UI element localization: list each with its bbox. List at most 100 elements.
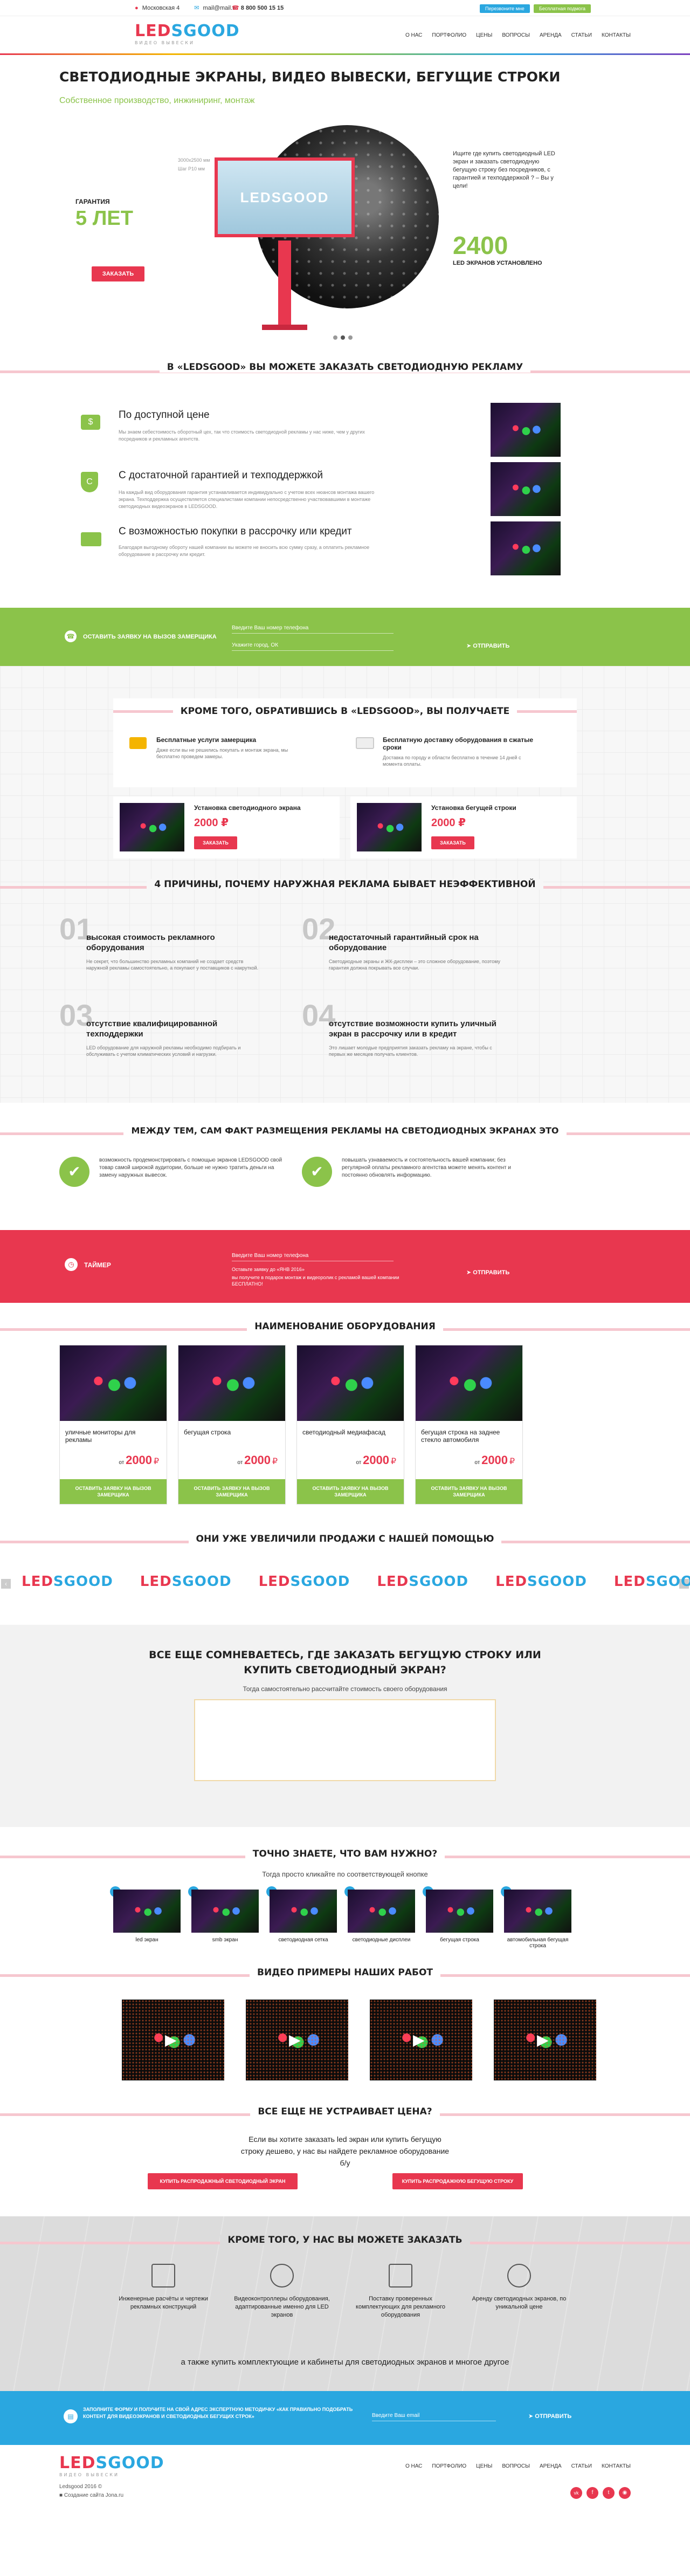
guide-submit-button[interactable]: ➤ ОТПРАВИТЬ [528, 2413, 571, 2420]
footer-nav-portfolio[interactable]: ПОРТФОЛИО [432, 2463, 466, 2469]
reason-text: Не секрет, что большинство рекламных ком… [86, 959, 259, 971]
nav-contacts[interactable]: КОНТАКТЫ [602, 32, 631, 38]
buy-sale-screen-button[interactable]: КУПИТЬ РАСПРОДАЖНЫЙ СВЕТОДИОДНЫЙ ЭКРАН [148, 2173, 298, 2189]
clients-title: ОНИ УЖЕ УВЕЛИЧИЛИ ПРОДАЖИ С НАШЕЙ ПОМОЩЬ… [188, 1534, 502, 1544]
order-item-title: По доступной цене [119, 409, 210, 421]
know-item[interactable]: ■led экран [110, 1886, 181, 1949]
client-logo[interactable]: LEDSGOOD [22, 1574, 113, 1590]
timer-label: ТАЙМЕР [84, 1261, 111, 1269]
play-icon: ▶ [537, 2031, 549, 2048]
measure-icon [129, 737, 147, 749]
reason-item: 04 отсутствие возможности купить уличный… [302, 1000, 534, 1057]
footer-logo[interactable]: LEDSGOOD ВИДЕО ВЫВЕСКИ [59, 2454, 164, 2477]
callback-button[interactable]: Перезвоните мне [480, 4, 530, 13]
know-item[interactable]: ■светодиодная сетка [266, 1886, 337, 1949]
client-logo[interactable]: LEDSGOOD [495, 1574, 587, 1590]
logo[interactable]: LEDSGOOD ВИДЕО ВЫВЕСКИ [135, 22, 240, 45]
client-logo[interactable]: LEDSGOOD [377, 1574, 468, 1590]
client-logo[interactable]: LEDSGOOD [259, 1574, 350, 1590]
nav-portfolio[interactable]: ПОРТФОЛИО [432, 32, 466, 38]
reason-text: Это лишает молодые предприятия заказать … [329, 1045, 492, 1057]
footer-nav-articles[interactable]: СТАТЬИ [571, 2463, 592, 2469]
timer-submit-button[interactable]: ➤ ОТПРАВИТЬ [466, 1269, 509, 1276]
price-value: 2000 [363, 1453, 390, 1467]
nav-questions[interactable]: ВОПРОСЫ [502, 32, 530, 38]
nav-about[interactable]: О НАС [405, 32, 422, 38]
video-thumbnail[interactable]: ▶ [370, 2000, 472, 2080]
know-item[interactable]: ■smb экран [188, 1886, 259, 1949]
bonus-item-title: Бесплатные услуги замерщика [156, 736, 257, 744]
video-thumbnail[interactable]: ▶ [122, 2000, 224, 2080]
twitter-icon[interactable]: t [603, 2487, 615, 2499]
know-item[interactable]: ■автомобильная бегущая строка [501, 1886, 571, 1949]
phone-number[interactable]: 8 800 500 15 15 [241, 5, 284, 11]
product-price: 2000 ₽ [194, 816, 229, 829]
footer-nav-prices[interactable]: ЦЕНЫ [476, 2463, 492, 2469]
nav-prices[interactable]: ЦЕНЫ [476, 32, 492, 38]
callback-city-input[interactable]: Укажите город, ОК [232, 640, 394, 651]
video-thumbnail[interactable]: ▶ [494, 2000, 596, 2080]
reason-item: 01 высокая стоимость рекламного оборудов… [59, 914, 291, 971]
order-item-image [491, 403, 561, 457]
know-item[interactable]: ■светодиодные дисплеи [344, 1886, 415, 1949]
callback-label: ОСТАВИТЬ ЗАЯВКУ НА ВЫЗОВ ЗАМЕРЩИКА [83, 634, 217, 640]
facebook-icon[interactable]: f [586, 2487, 598, 2499]
footer-nav-rent[interactable]: АРЕНДА [540, 2463, 562, 2469]
slider-dot[interactable] [341, 335, 345, 340]
footer-nav-contacts[interactable]: КОНТАКТЫ [602, 2463, 631, 2469]
hero-order-button[interactable]: ЗАКАЗАТЬ [92, 266, 144, 281]
buy-sale-line-button[interactable]: КУПИТЬ РАСПРОДАЖНУЮ БЕГУЩУЮ СТРОКУ [392, 2173, 523, 2189]
video-thumbnail[interactable]: ▶ [246, 2000, 348, 2080]
slider-dot[interactable] [333, 335, 337, 340]
equipment-image [297, 1345, 404, 1421]
product-order-button[interactable]: ЗАКАЗАТЬ [431, 836, 474, 849]
equipment-price: от 2000 ₽ [178, 1453, 285, 1467]
header: LEDSGOOD ВИДЕО ВЫВЕСКИ О НАС ПОРТФОЛИО Ц… [0, 16, 690, 55]
reasons-section: 01 высокая стоимость рекламного оборудов… [0, 903, 690, 1103]
hero-right-text: Ищите где купить светодиодный LED экран … [453, 150, 555, 189]
bonus-item-text: Доставка по городу и области бесплатно в… [383, 755, 521, 767]
nav-articles[interactable]: СТАТЬИ [571, 32, 592, 38]
client-logo[interactable]: LEDSGOOD [140, 1574, 232, 1590]
client-logo[interactable]: LEDSGOOD [614, 1574, 690, 1590]
consult-button[interactable]: Бесплатная подмога [534, 4, 591, 13]
main-nav: О НАС ПОРТФОЛИО ЦЕНЫ ВОПРОСЫ АРЕНДА СТАТ… [405, 32, 631, 38]
carousel-prev-arrow[interactable]: ‹ [1, 1579, 11, 1589]
parts-icon [389, 2264, 412, 2288]
vk-icon[interactable]: vk [570, 2487, 582, 2499]
site-credit[interactable]: ■ Создание сайта Jona.ru [59, 2492, 123, 2498]
equipment-image [178, 1345, 285, 1421]
footer-nav-questions[interactable]: ВОПРОСЫ [502, 2463, 530, 2469]
equipment-card: бегущая строка на заднее стекло автомоби… [415, 1345, 523, 1505]
controller-icon [270, 2264, 294, 2288]
product-order-button[interactable]: ЗАКАЗАТЬ [194, 836, 237, 849]
price-text: Если вы хотите заказать led экран или ку… [240, 2135, 450, 2167]
calc-widget-frame[interactable] [194, 1699, 496, 1781]
equipment-request-button[interactable]: ОСТАВИТЬ ЗАЯВКУ НА ВЫЗОВ ЗАМЕРЩИКА [178, 1479, 285, 1504]
order-section: В «LEDSGOOD» ВЫ МОЖЕТЕ ЗАКАЗАТЬ СВЕТОДИО… [0, 360, 690, 608]
equipment-request-button[interactable]: ОСТАВИТЬ ЗАЯВКУ НА ВЫЗОВ ЗАМЕРЩИКА [416, 1479, 522, 1504]
slider-dot[interactable] [348, 335, 353, 340]
price-value: 2000 [244, 1453, 271, 1467]
facts-section: МЕЖДУ ТЕМ, САМ ФАКТ РАЗМЕЩЕНИЯ РЕКЛАМЫ Н… [0, 1103, 690, 1230]
nav-rent[interactable]: АРЕНДА [540, 32, 562, 38]
callback-submit-button[interactable]: ➤ ОТПРАВИТЬ [466, 642, 509, 649]
instagram-icon[interactable]: ◉ [619, 2487, 631, 2499]
reason-title: высокая стоимость рекламного оборудовани… [86, 933, 215, 952]
equipment-request-button[interactable]: ОСТАВИТЬ ЗАЯВКУ НА ВЫЗОВ ЗАМЕРЩИКА [297, 1479, 404, 1504]
product-card: Установка бегущей строки 2000 ₽ ЗАКАЗАТЬ [350, 796, 577, 858]
guide-email-input[interactable]: Введите Ваш email [372, 2410, 496, 2421]
guide-submit-label: ОТПРАВИТЬ [535, 2413, 572, 2420]
footer-nav-about[interactable]: О НАС [405, 2463, 422, 2469]
callback-phone-input[interactable]: Введите Ваш номер телефона [232, 623, 394, 634]
know-item[interactable]: ■бегущая строка [423, 1886, 493, 1949]
product-price-value: 2000 [431, 817, 456, 829]
product-name: Установка светодиодного экрана [194, 804, 301, 812]
top-bar: ● Московская 4 ✉ mail@mail.ru ☎ 8 800 50… [0, 0, 690, 16]
timer-phone-input[interactable]: Введите Ваш номер телефона [232, 1251, 394, 1261]
phone-row: ☎ 8 800 500 15 15 [232, 0, 284, 16]
equipment-request-button[interactable]: ОСТАВИТЬ ЗАЯВКУ НА ВЫЗОВ ЗАМЕРЩИКА [60, 1479, 167, 1504]
extra-item-text: Инженерные расчёты и чертежи рекламных к… [119, 2296, 208, 2310]
play-icon: ▶ [289, 2031, 301, 2048]
bonus-section: КРОМЕ ТОГО, ОБРАТИВШИСЬ В «LEDSGOOD», ВЫ… [0, 666, 690, 903]
